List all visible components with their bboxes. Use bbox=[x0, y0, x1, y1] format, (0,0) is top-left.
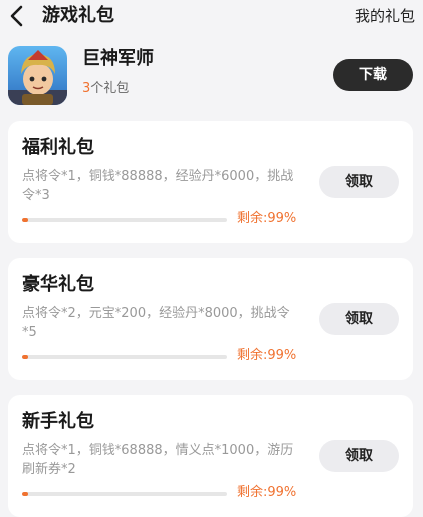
gift-contents: 点将令*1，铜钱*68888，情义点*1000，游历刷新券*2 bbox=[22, 443, 294, 477]
remaining-label: 剩余:99% bbox=[237, 485, 297, 500]
gift-title: 新手礼包 bbox=[22, 411, 94, 432]
claim-button[interactable]: 领取 bbox=[319, 440, 399, 472]
page-title: 游戏礼包 bbox=[42, 5, 114, 26]
game-info: 巨神军师 3个礼包 下载 bbox=[0, 40, 423, 108]
gift-contents: 点将令*1，铜钱*88888，经验丹*6000，挑战令*3 bbox=[22, 169, 294, 203]
gift-title: 豪华礼包 bbox=[22, 274, 94, 295]
game-app-icon[interactable] bbox=[8, 46, 67, 105]
remaining-progress-bar bbox=[22, 492, 227, 496]
download-button[interactable]: 下载 bbox=[333, 59, 413, 91]
gift-count-suffix: 个礼包 bbox=[90, 81, 130, 96]
gift-count: 3个礼包 bbox=[82, 80, 129, 98]
gift-card-newbie: 新手礼包 点将令*1，铜钱*68888，情义点*1000，游历刷新券*2 剩余:… bbox=[8, 395, 413, 517]
gift-title: 福利礼包 bbox=[22, 137, 94, 158]
back-button[interactable] bbox=[6, 3, 28, 29]
remaining-label: 剩余:99% bbox=[237, 348, 297, 363]
chevron-left-icon bbox=[10, 5, 23, 27]
my-gifts-link[interactable]: 我的礼包 bbox=[355, 6, 415, 26]
game-name: 巨神军师 bbox=[82, 48, 154, 69]
remaining-progress-fill bbox=[22, 492, 29, 496]
remaining-progress-fill bbox=[22, 218, 29, 222]
remaining-progress-bar bbox=[22, 218, 227, 222]
top-bar: 游戏礼包 我的礼包 bbox=[0, 0, 423, 34]
gift-card-deluxe: 豪华礼包 点将令*2，元宝*200，经验丹*8000，挑战令*5 剩余:99% … bbox=[8, 258, 413, 380]
claim-button[interactable]: 领取 bbox=[319, 303, 399, 335]
remaining-label: 剩余:99% bbox=[237, 211, 297, 226]
gift-card-welfare: 福利礼包 点将令*1，铜钱*88888，经验丹*6000，挑战令*3 剩余:99… bbox=[8, 121, 413, 243]
gift-contents: 点将令*2，元宝*200，经验丹*8000，挑战令*5 bbox=[22, 306, 290, 340]
claim-button[interactable]: 领取 bbox=[319, 166, 399, 198]
remaining-progress-bar bbox=[22, 355, 227, 359]
remaining-progress-fill bbox=[22, 355, 29, 359]
